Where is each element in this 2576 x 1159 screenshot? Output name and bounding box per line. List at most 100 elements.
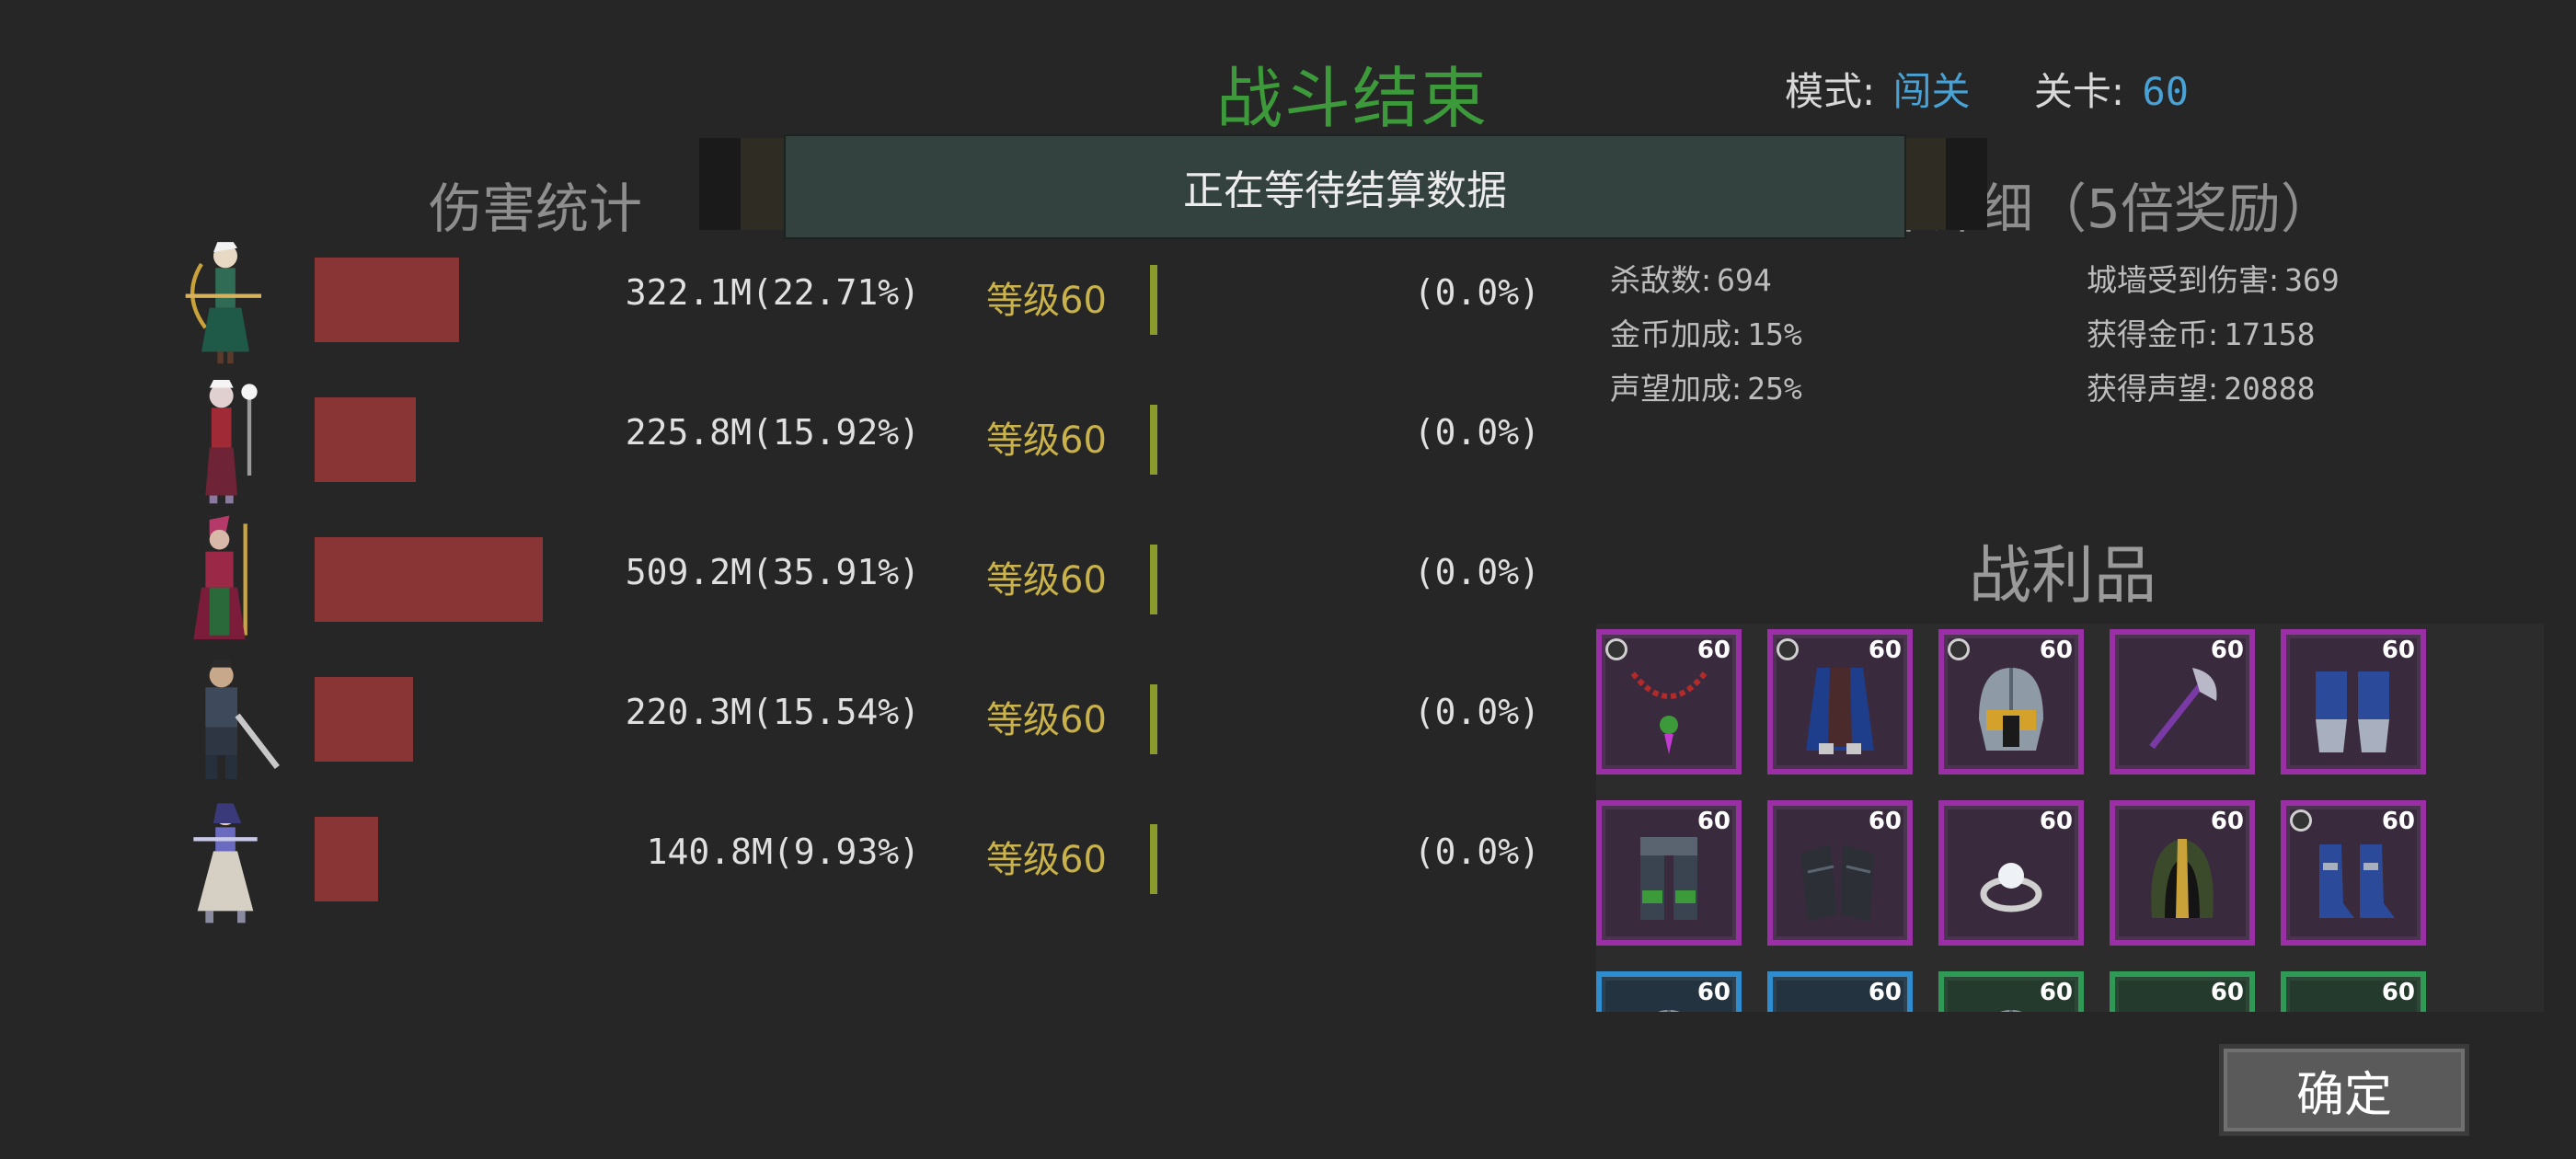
axe-icon (2149, 668, 2217, 750)
wall-damage-label: 城墙受到伤害: (2087, 262, 2280, 298)
hero-level: 等级60 (986, 280, 1107, 322)
hero-portrait-dancer[interactable] (166, 795, 285, 924)
damage-value: 225.8M(15.92%) (625, 412, 920, 453)
ring-icon (1980, 863, 2042, 912)
loot-item-armor[interactable]: 60 (2110, 971, 2255, 1012)
loot-item-chain[interactable]: 60 (2281, 971, 2426, 1012)
exp-progress-bar (1150, 265, 1157, 335)
damage-value: 220.3M(15.54%) (625, 692, 920, 732)
item-level: 60 (2381, 808, 2415, 835)
exp-gain-percent: (0.0%) (1413, 552, 1540, 592)
reputation-earned-stat: 获得声望: 20888 (2087, 364, 2315, 408)
damage-share-bar (315, 677, 413, 762)
kills-label: 杀敌数: (1610, 262, 1712, 298)
damage-share-bar (315, 397, 416, 482)
item-level: 60 (2210, 808, 2244, 835)
loot-item-gloves[interactable]: 60 (1767, 800, 1913, 946)
exp-progress-bar (1150, 824, 1157, 894)
item-level: 60 (1868, 979, 1902, 1006)
exp-progress-bar (1150, 684, 1157, 754)
damage-row: 140.8M(9.93%) 等级60 (0.0%) (166, 795, 1564, 924)
mode-value: 闯关 (1892, 69, 1971, 114)
damage-value: 322.1M(22.71%) (625, 272, 920, 313)
hero-portrait-archer-elf[interactable] (166, 235, 285, 364)
loot-item-cloak[interactable]: 60 (1767, 629, 1913, 775)
exp-gain-percent: (0.0%) (1413, 412, 1540, 453)
selection-marker[interactable] (1948, 638, 1970, 660)
damage-value: 509.2M(35.91%) (625, 552, 920, 592)
wall-damage-value: 369 (2284, 262, 2340, 298)
damage-row: 322.1M(22.71%) 等级60 (0.0%) (166, 235, 1564, 364)
gloves-icon (1800, 844, 1874, 922)
waiting-settlement-banner: 正在等待结算数据 (784, 134, 1906, 239)
reputation-bonus-stat: 声望加成: 25% (1610, 364, 1802, 408)
reputation-earned-label: 获得声望: (2087, 371, 2219, 407)
loot-item-helmet[interactable]: 60 (1938, 971, 2084, 1012)
damage-share-bar (315, 537, 543, 622)
mode-stage-info: 模式: 闯关 关卡: 60 (1785, 61, 2194, 117)
hero-portrait-mage-red[interactable] (166, 375, 285, 504)
loot-item-gauntlets[interactable]: 60 (2281, 629, 2426, 775)
leggings-icon (1640, 837, 1697, 920)
exp-gain-percent: (0.0%) (1413, 272, 1540, 313)
loot-item-leggings[interactable]: 60 (1596, 800, 1742, 946)
item-level: 60 (1696, 979, 1731, 1006)
stage-value: 60 (2142, 69, 2189, 114)
item-level: 60 (1868, 637, 1902, 664)
battle-end-title: 战斗结束 (1215, 60, 1489, 137)
damage-stats-title: 伤害统计 (429, 178, 643, 240)
hero-portrait-swordsman[interactable] (166, 655, 285, 784)
loot-item-helmet[interactable]: 60 (1596, 971, 1742, 1012)
gold-earned-value: 17158 (2224, 316, 2316, 352)
necklace-icon (1630, 671, 1708, 754)
hood-helm-icon (2151, 839, 2214, 918)
damage-row: 509.2M(35.91%) 等级60 (0.0%) (166, 515, 1564, 644)
gold-bonus-stat: 金币加成: 15% (1610, 310, 1802, 354)
loot-item-ring[interactable]: 60 (1938, 800, 2084, 946)
item-level: 60 (2381, 979, 2415, 1006)
item-level: 60 (1696, 637, 1731, 664)
exp-gain-percent: (0.0%) (1413, 832, 1540, 872)
loot-item-hood-helm[interactable]: 60 (2110, 800, 2255, 946)
wall-damage-stat: 城墙受到伤害: 369 (2087, 256, 2340, 300)
gauntlets-icon (2316, 671, 2389, 752)
loot-item-scroll[interactable]: 60 (1767, 971, 1913, 1012)
reputation-earned-value: 20888 (2224, 371, 2316, 407)
loot-item-helmet[interactable]: 60 (1938, 629, 2084, 775)
hero-level: 等级60 (986, 699, 1107, 741)
cloak-icon (1806, 668, 1874, 754)
damage-share-bar (315, 258, 459, 342)
selection-marker[interactable] (1605, 638, 1627, 660)
loot-grid[interactable]: 60 60 60 60 60 60 60 60 60 60 60 60 60 60 60 (1596, 624, 2544, 1012)
item-level: 60 (1696, 808, 1731, 835)
item-level: 60 (2039, 808, 2073, 835)
item-level: 60 (2210, 979, 2244, 1006)
item-level: 60 (2039, 979, 2073, 1006)
loot-item-boots[interactable]: 60 (2281, 800, 2426, 946)
gold-bonus-label: 金币加成: (1610, 316, 1742, 352)
stage-label: 关卡: (2033, 69, 2125, 114)
exp-progress-bar (1150, 405, 1157, 475)
kills-value: 694 (1717, 262, 1772, 298)
hero-level: 等级60 (986, 419, 1107, 462)
damage-value: 140.8M(9.93%) (646, 832, 920, 872)
exp-gain-percent: (0.0%) (1413, 692, 1540, 732)
damage-row: 220.3M(15.54%) 等级60 (0.0%) (166, 655, 1564, 784)
hero-portrait-sorceress-crimson[interactable] (166, 515, 285, 644)
reputation-bonus-value: 25% (1747, 371, 1802, 407)
kills-stat: 杀敌数: 694 (1610, 256, 1772, 300)
damage-row: 225.8M(15.92%) 等级60 (0.0%) (166, 375, 1564, 504)
hero-level: 等级60 (986, 559, 1107, 602)
exp-progress-bar (1150, 545, 1157, 614)
mode-label: 模式: (1785, 69, 1876, 114)
loot-item-necklace[interactable]: 60 (1596, 629, 1742, 775)
hero-level: 等级60 (986, 839, 1107, 881)
selection-marker[interactable] (1777, 638, 1799, 660)
gold-earned-stat: 获得金币: 17158 (2087, 310, 2315, 354)
selection-marker[interactable] (2290, 809, 2312, 832)
damage-share-bar (315, 817, 378, 901)
confirm-button[interactable]: 确定 (2219, 1044, 2469, 1136)
loot-item-axe[interactable]: 60 (2110, 629, 2255, 775)
loot-title: 战利品 (1969, 540, 2157, 613)
helmet-icon (1979, 668, 2043, 751)
